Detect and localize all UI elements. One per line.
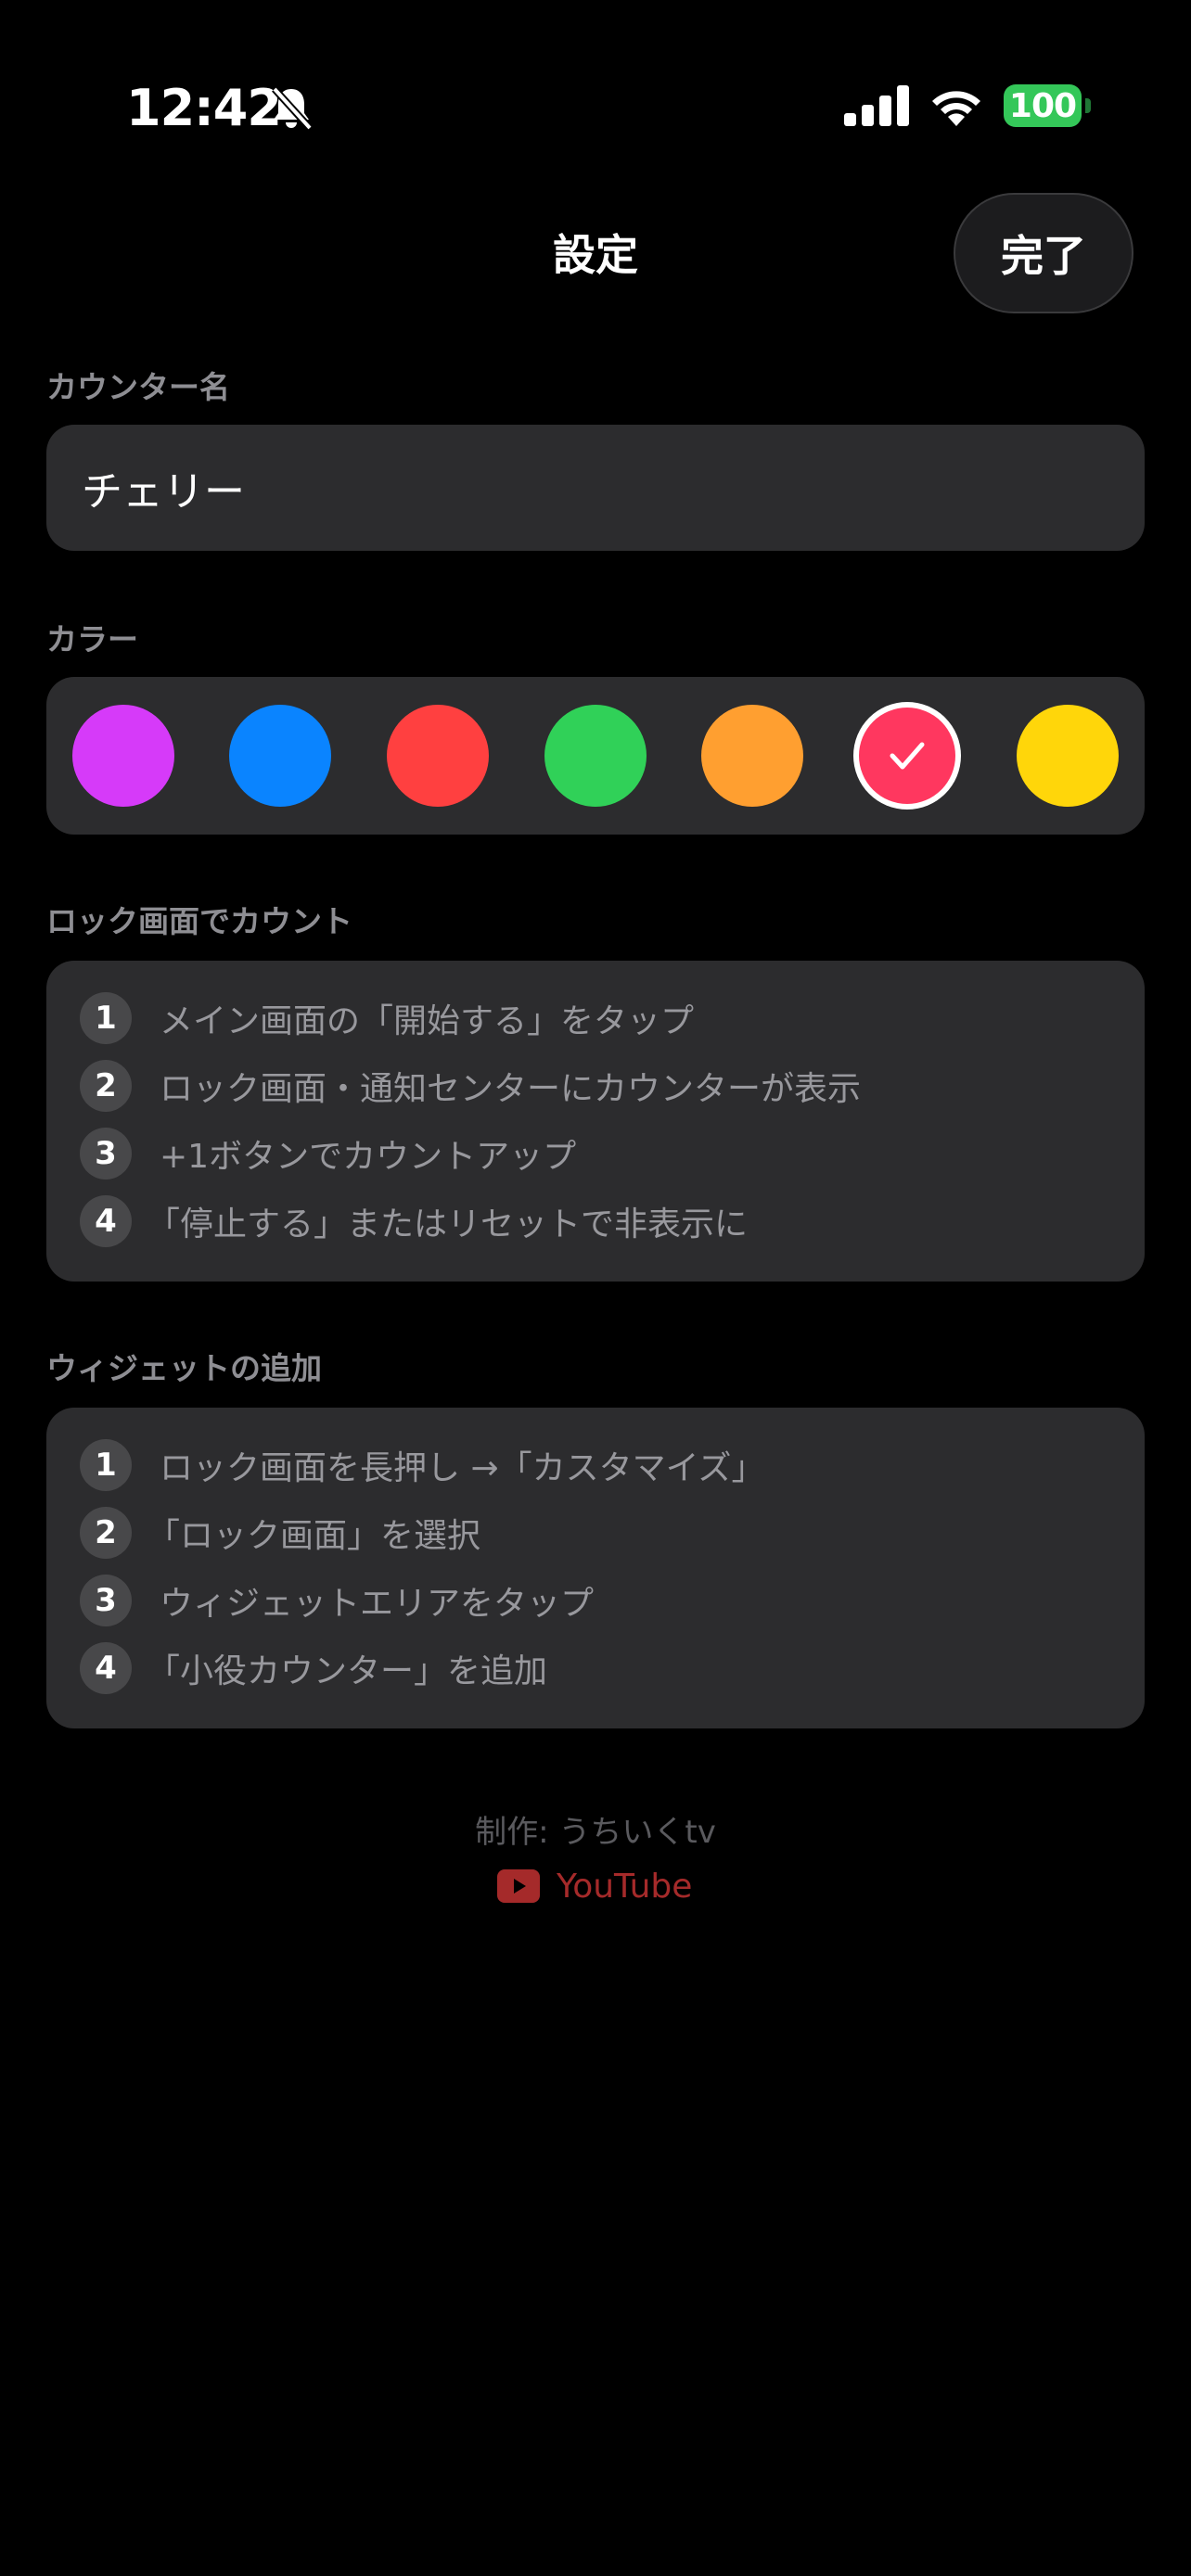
list-item: 3 ウィジェットエリアをタップ [80,1573,594,1628]
color-swatch-red[interactable] [387,705,489,807]
color-swatch-green[interactable] [544,705,647,807]
step-number: 2 [80,1060,132,1112]
list-item: 3 +1ボタンでカウントアップ [80,1126,576,1181]
color-swatch-yellow[interactable] [1017,705,1119,807]
step-text: ウィジェットエリアをタップ [160,1585,595,1623]
youtube-link[interactable]: YouTube [497,1862,692,1910]
step-text: ロック画面を長押し →「カスタマイズ」 [160,1449,765,1487]
counter-name-field[interactable] [46,425,1145,551]
list-item: 1 メイン画面の「開始する」をタップ [80,990,694,1046]
step-text: 「ロック画面」を選択 [147,1517,481,1555]
step-text: ロック画面・通知センターにカウンターが表示 [160,1070,862,1108]
battery-indicator: 100 [1004,84,1082,127]
youtube-icon [497,1869,540,1903]
list-item: 2 「ロック画面」を選択 [80,1505,480,1561]
step-number: 2 [80,1507,132,1559]
step-text: メイン画面の「開始する」をタップ [160,1002,695,1040]
status-time: 12:42 [126,79,282,137]
settings-screen: 12:42 100 設定 完了 カウンター名 カラー [0,0,1191,2576]
lock-screen-section-label: ロック画面でカウント [46,903,352,939]
list-item: 4 「小役カウンター」を追加 [80,1640,547,1696]
color-swatch-purple[interactable] [72,705,174,807]
checkmark-icon [890,742,925,770]
counter-name-input[interactable] [82,464,1102,512]
color-swatch-blue[interactable] [229,705,331,807]
widget-steps-card: 1 ロック画面を長押し →「カスタマイズ」 2 「ロック画面」を選択 3 ウィジ… [46,1408,1145,1728]
widget-section-label: ウィジェットの追加 [46,1350,322,1386]
wifi-icon [932,91,980,126]
done-button[interactable]: 完了 [954,193,1133,313]
step-number: 3 [80,1575,132,1626]
step-number: 4 [80,1642,132,1694]
step-text: +1ボタンでカウントアップ [160,1138,577,1176]
step-number: 4 [80,1195,132,1247]
youtube-label: YouTube [557,1867,693,1906]
list-item: 2 ロック画面・通知センターにカウンターが表示 [80,1058,861,1114]
counter-name-label: カウンター名 [46,369,230,405]
color-swatch-orange[interactable] [701,705,803,807]
color-swatch-pink[interactable] [859,708,955,804]
bell-slash-icon [272,86,313,131]
step-number: 1 [80,1439,132,1491]
step-text: 「停止する」またはリセットで非表示に [147,1205,749,1243]
cellular-signal-icon [844,85,909,126]
lock-screen-steps-card: 1 メイン画面の「開始する」をタップ 2 ロック画面・通知センターにカウンターが… [46,961,1145,1282]
list-item: 1 ロック画面を長押し →「カスタマイズ」 [80,1437,765,1493]
step-text: 「小役カウンター」を追加 [147,1652,548,1690]
list-item: 4 「停止する」またはリセットで非表示に [80,1193,748,1249]
step-number: 1 [80,992,132,1044]
credit-text: 制作: うちいくtv [475,1814,716,1851]
color-label: カラー [46,621,138,657]
battery-tip [1085,98,1091,113]
color-picker [46,677,1145,835]
step-number: 3 [80,1128,132,1180]
